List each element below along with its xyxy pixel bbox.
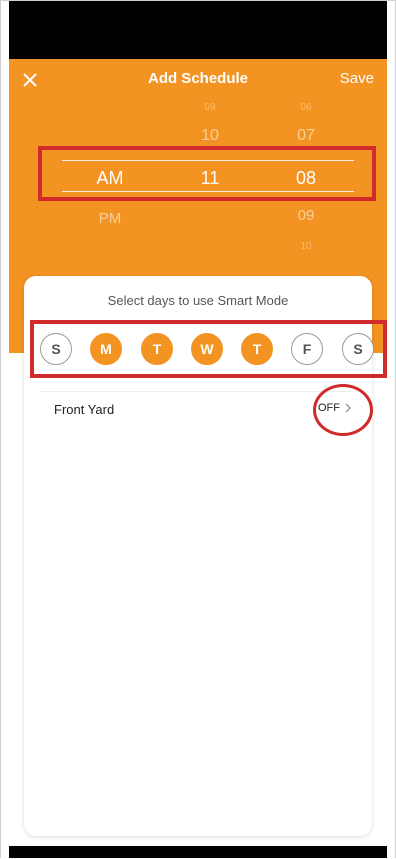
days-subtitle: Select days to use Smart Mode (107, 293, 289, 308)
hour-faint-above: 09 (204, 102, 216, 113)
minute-faint-below: 10 (300, 241, 312, 252)
period-below: PM (98, 210, 122, 227)
status-bar (9, 1, 387, 59)
page-title: Add Schedule (147, 70, 248, 87)
save-button[interactable]: Save (340, 70, 374, 87)
divider (40, 391, 356, 392)
minute-faint-above: 06 (300, 102, 312, 113)
zone-name: Front Yard (54, 402, 115, 417)
minute-below: 09 (297, 207, 315, 224)
navigation-bar (9, 846, 387, 858)
annotation-time-highlight (38, 146, 376, 201)
hour-above: 10 (201, 127, 219, 144)
annotation-status-highlight (313, 384, 373, 436)
minute-above: 07 (297, 127, 315, 144)
annotation-days-highlight (30, 320, 387, 378)
